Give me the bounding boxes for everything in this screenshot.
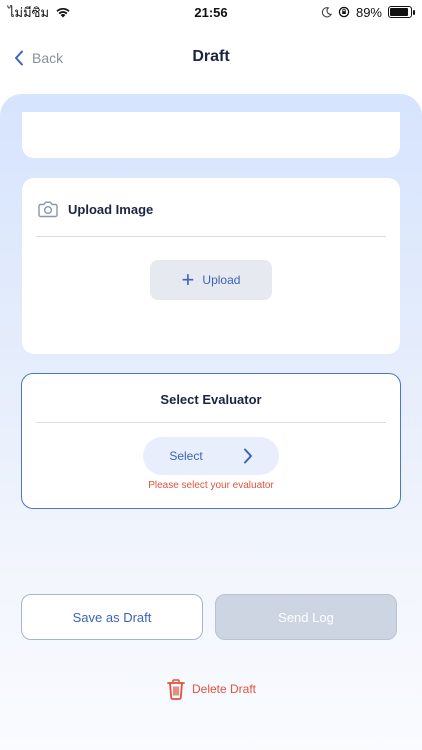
chevron-right-icon <box>243 448 252 464</box>
upload-button-label: Upload <box>202 273 241 287</box>
status-left: ไม่มีซิม <box>8 2 71 23</box>
main-panel: Upload Image + Upload Select Evaluator S… <box>0 94 422 750</box>
orientation-lock-icon <box>338 6 350 18</box>
wifi-icon <box>56 7 70 18</box>
upload-image-card: Upload Image + Upload <box>22 178 400 354</box>
upload-title: Upload Image <box>68 201 154 217</box>
trash-icon <box>167 679 185 700</box>
carrier-label: ไม่มีซิม <box>8 4 50 20</box>
select-evaluator-button[interactable]: Select <box>143 437 279 475</box>
delete-draft-label: Delete Draft <box>191 682 257 696</box>
select-button-label: Select <box>169 449 203 463</box>
evaluator-error-message: Please select your evaluator <box>148 480 274 491</box>
moon-icon <box>321 6 332 17</box>
camera-icon <box>38 201 58 218</box>
battery-percent: 89% <box>355 4 382 20</box>
status-bar: ไม่มีซิม 21:56 89% <box>0 0 422 24</box>
upload-header: Upload Image <box>38 200 153 218</box>
plus-icon: + <box>181 267 195 292</box>
save-as-draft-button[interactable]: Save as Draft <box>21 594 203 640</box>
status-right: 89% <box>321 4 415 20</box>
page-title: Draft <box>192 48 230 65</box>
select-evaluator-card: Select Evaluator Select Please select yo… <box>21 373 401 509</box>
send-log-button[interactable]: Send Log <box>215 594 397 640</box>
nav-header: Back Draft <box>0 24 422 92</box>
battery-icon <box>388 6 415 18</box>
evaluator-divider <box>36 422 386 423</box>
upload-divider <box>36 236 386 237</box>
evaluator-title: Select Evaluator <box>160 392 262 407</box>
battery-fill <box>390 8 408 16</box>
previous-section-card <box>22 112 400 158</box>
upload-button[interactable]: + Upload <box>150 260 272 300</box>
delete-draft-button[interactable]: Delete Draft <box>0 678 422 700</box>
